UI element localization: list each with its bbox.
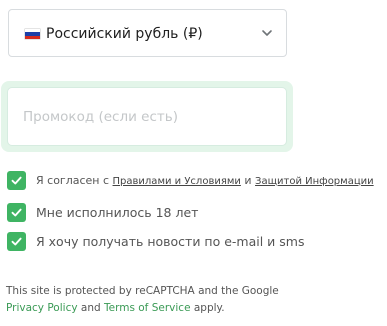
terms-agreement-row: Я согласен с Правилами и Условиями и Защ… [7,170,374,190]
check-icon [11,237,22,245]
terms-text-prefix: Я согласен с [36,173,113,187]
recaptcha-suffix: apply. [190,302,225,314]
age-confirm-row: Мне исполнилось 18 лет [7,202,198,222]
terms-conditions-link[interactable]: Правилами и Условиями [113,176,241,187]
promo-field-focus-ring [1,81,293,152]
newsletter-row: Я хочу получать новости по e-mail и sms [7,231,304,251]
check-icon [11,176,22,184]
recaptcha-and-text: and [77,302,104,314]
terms-checkbox[interactable] [7,170,26,190]
recaptcha-text: This site is protected by reCAPTCHA and … [6,285,279,297]
recaptcha-notice: This site is protected by reCAPTCHA and … [6,283,306,317]
terms-text-and: и [240,173,256,187]
age-text: Мне исполнилось 18 лет [36,204,199,220]
currency-select[interactable]: Российский рубль (₽) [8,9,287,57]
russia-flag-icon [25,29,40,39]
terms-text: Я согласен с Правилами и Условиями и Защ… [36,174,374,187]
privacy-policy-link[interactable]: Privacy Policy [6,302,78,314]
check-icon [11,208,22,216]
age-checkbox[interactable] [7,202,26,222]
newsletter-text: Я хочу получать новости по e-mail и sms [36,233,305,249]
data-protection-link[interactable]: Защитой Информации [255,176,374,187]
newsletter-checkbox[interactable] [7,231,26,251]
promo-code-input[interactable] [7,87,287,146]
terms-of-service-link[interactable]: Terms of Service [104,302,191,314]
currency-selected-label: Российский рубль (₽) [46,26,203,42]
chevron-down-icon[interactable] [260,26,274,40]
